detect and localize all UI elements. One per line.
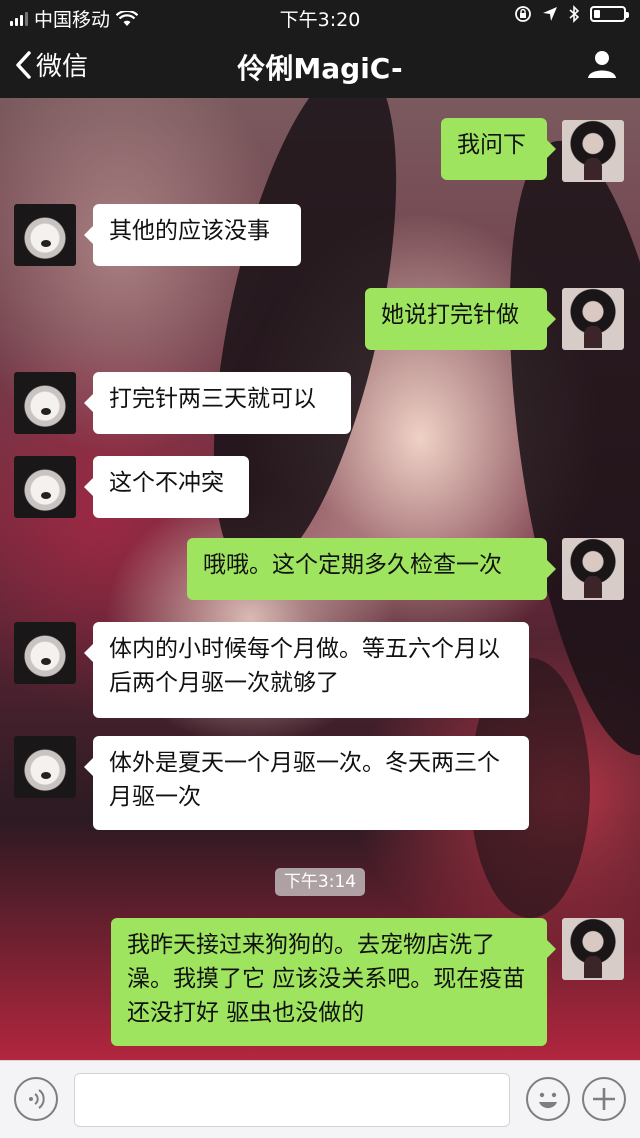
contact-avatar[interactable] <box>14 622 76 684</box>
contact-avatar[interactable] <box>14 736 76 798</box>
plus-icon <box>593 1088 615 1110</box>
received-message-bubble[interactable]: 其他的应该没事 <box>84 204 301 266</box>
bluetooth-icon <box>569 5 580 23</box>
received-message-bubble[interactable]: 这个不冲突 <box>84 456 249 518</box>
person-icon <box>588 51 616 78</box>
contact-avatar[interactable] <box>14 204 76 266</box>
sent-message-bubble[interactable]: 我昨天接过来狗狗的。去宠物店洗了澡。我摸了它 应该没关系吧。现在疫苗还没打好 驱… <box>111 918 556 1046</box>
voice-button[interactable] <box>14 1077 58 1121</box>
message-input[interactable] <box>74 1073 510 1127</box>
sent-message-bubble[interactable]: 她说打完针做 <box>365 288 556 350</box>
contact-avatar[interactable] <box>14 456 76 518</box>
voice-icon <box>29 1089 45 1109</box>
back-button[interactable]: 微信 <box>14 46 88 83</box>
add-button[interactable] <box>582 1077 626 1121</box>
my-avatar[interactable] <box>562 288 624 350</box>
emoji-icon <box>539 1092 557 1109</box>
my-avatar[interactable] <box>562 120 624 182</box>
my-avatar[interactable] <box>562 918 624 980</box>
contact-avatar[interactable] <box>14 372 76 434</box>
battery-icon <box>590 6 629 22</box>
back-label: 微信 <box>36 52 89 82</box>
status-icons <box>514 5 629 23</box>
chat-title: 伶俐MagiC- <box>237 52 403 85</box>
received-message-bubble[interactable]: 体外是夏天一个月驱一次。冬天两三个月驱一次 <box>84 736 529 830</box>
contact-info-button[interactable] <box>586 48 618 84</box>
received-message-bubble[interactable]: 体内的小时候每个月做。等五六个月以后两个月驱一次就够了 <box>84 622 529 718</box>
sent-message-bubble[interactable]: 哦哦。这个定期多久检查一次 <box>187 538 556 600</box>
nav-bar: 微信 伶俐MagiC- <box>0 32 640 98</box>
sent-message-bubble[interactable]: 我问下 <box>441 118 556 180</box>
status-bar: 中国移动 下午3:20 <box>0 0 640 32</box>
chevron-left-icon <box>16 50 31 79</box>
input-bar <box>0 1060 640 1138</box>
emoji-button[interactable] <box>526 1077 570 1121</box>
rotation-lock-icon <box>515 6 531 22</box>
received-message-bubble[interactable]: 打完针两三天就可以 <box>84 372 351 434</box>
location-icon <box>543 7 557 21</box>
my-avatar[interactable] <box>562 538 624 600</box>
message-timestamp: 下午3:14 <box>275 868 365 896</box>
